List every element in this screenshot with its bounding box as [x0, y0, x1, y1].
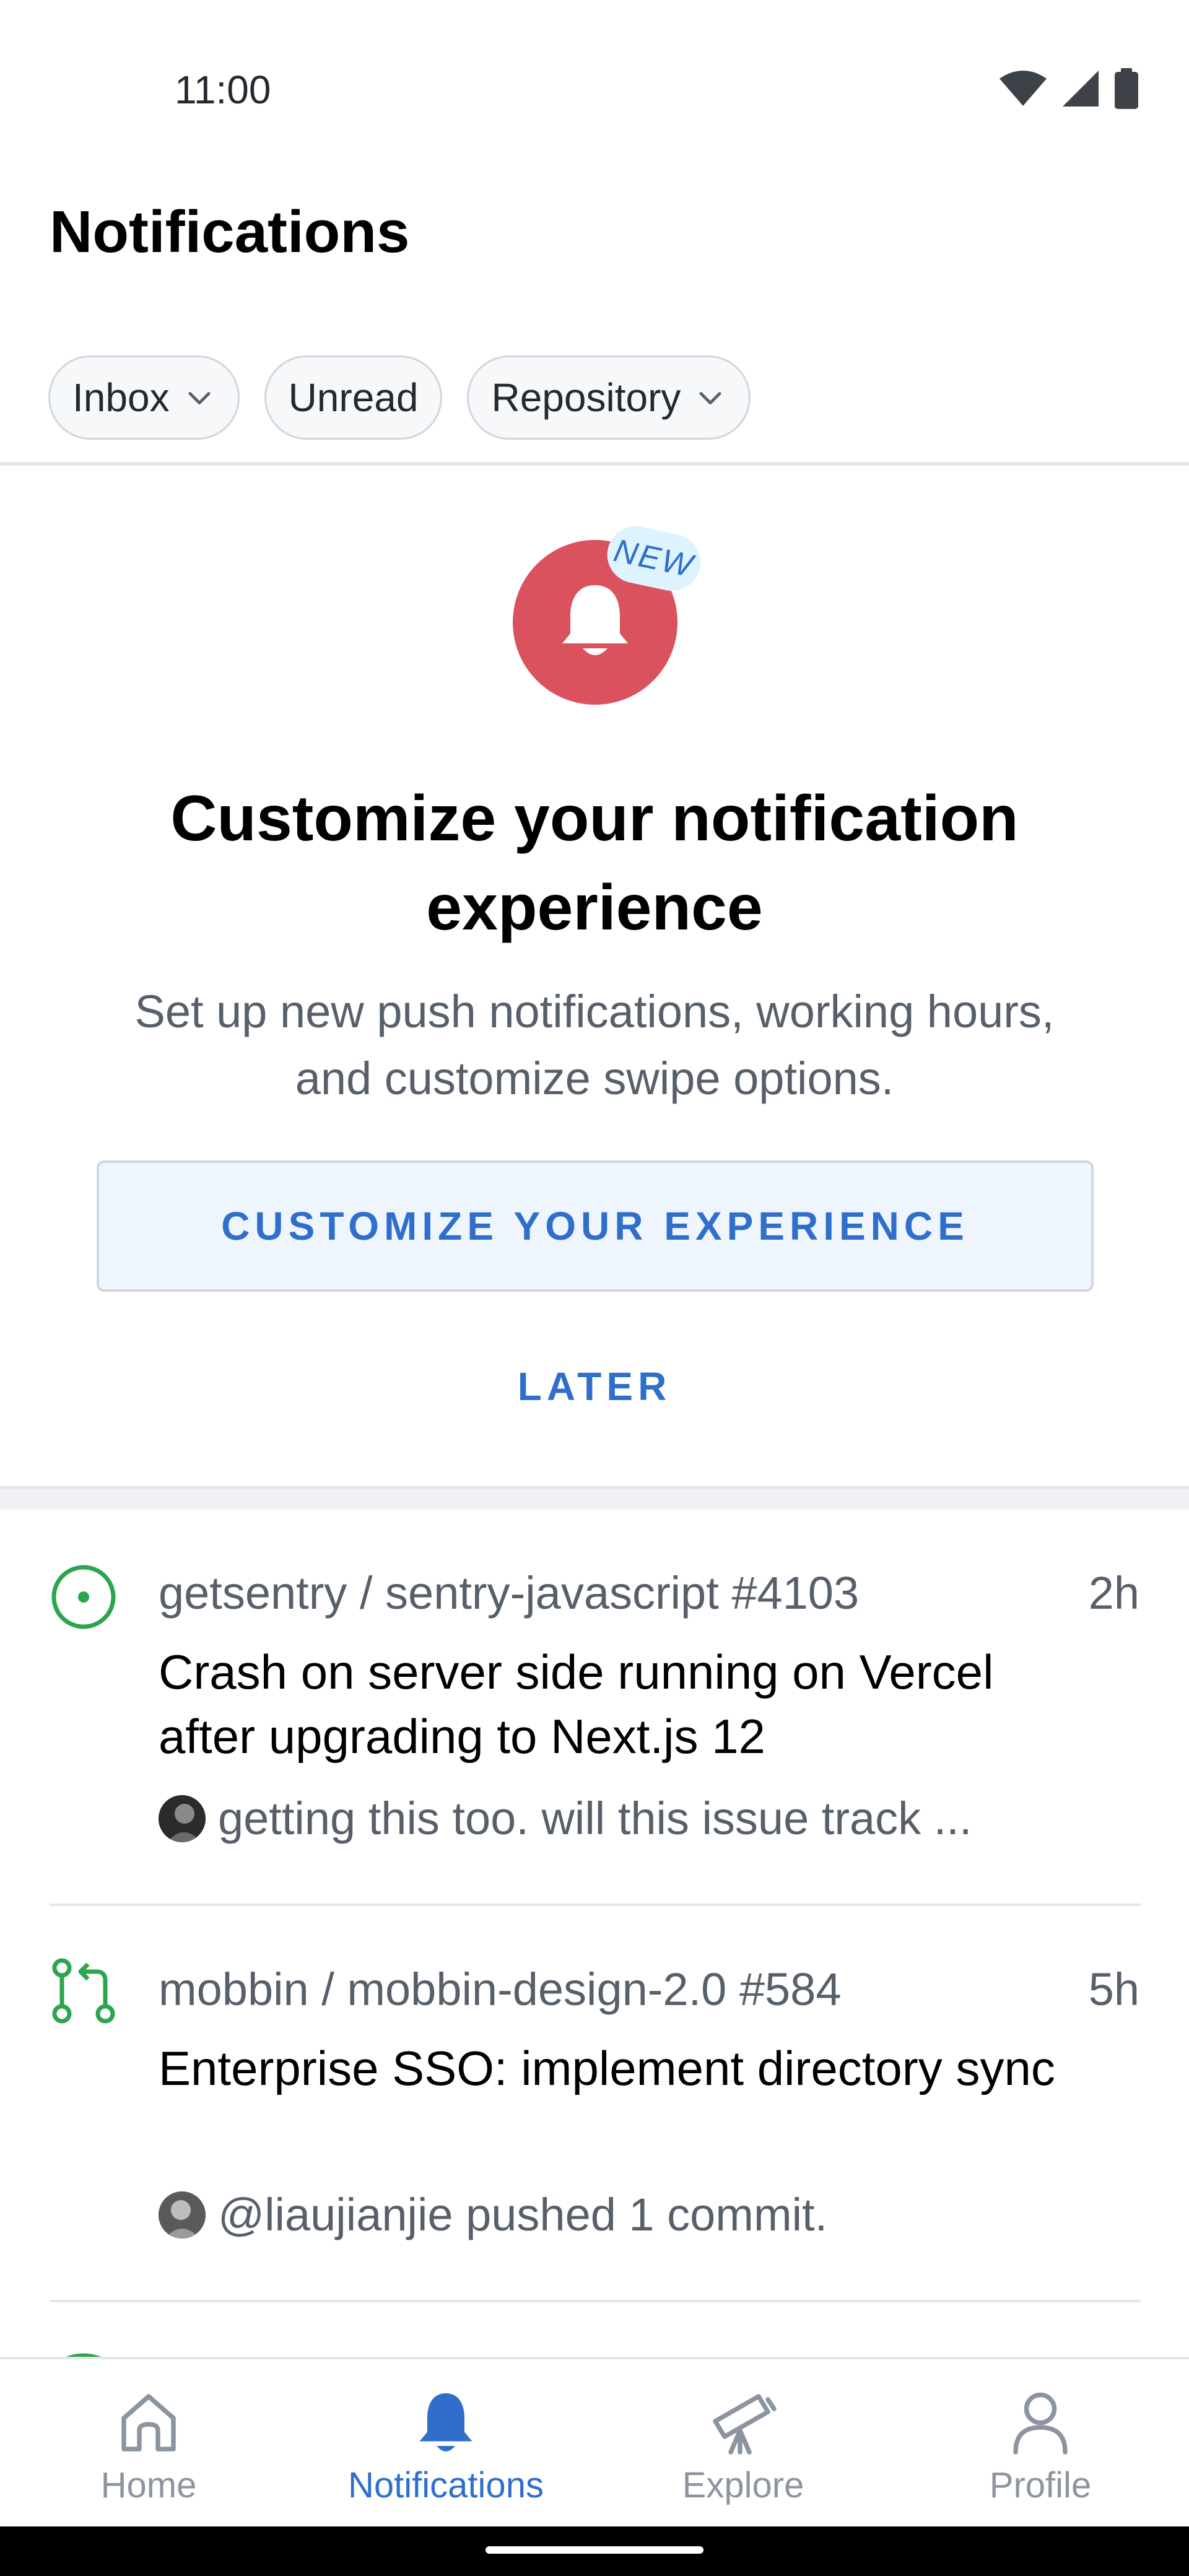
filter-bar: Inbox Unread Repository	[48, 355, 751, 440]
issue-open-icon	[51, 1565, 116, 1629]
nav-profile[interactable]: Profile	[892, 2359, 1189, 2526]
pull-request-icon	[52, 1958, 115, 2024]
notification-item[interactable]: mobbin / mobbin-design-2.0 #584 5h Enter…	[0, 1906, 1189, 2302]
notification-repo: mobbin / mobbin-design-2.0 #584	[159, 1964, 842, 2015]
notification-title: Enterprise SSO: implement directory sync	[159, 2041, 1055, 2095]
notification-title: Crash on server side running on Vercel a…	[159, 1645, 994, 1764]
notification-preview: @liaujianjie pushed 1 commit.	[159, 2188, 827, 2241]
filter-unread[interactable]: Unread	[264, 355, 443, 440]
notification-preview-text: getting this too. will this issue track …	[218, 1793, 972, 1844]
wifi-icon	[1000, 71, 1047, 106]
status-icons	[998, 68, 1139, 109]
home-gesture-handle[interactable]	[486, 2546, 703, 2554]
nav-explore[interactable]: Explore	[594, 2359, 892, 2526]
later-button[interactable]: LATER	[433, 1352, 756, 1421]
nav-notifications[interactable]: Notifications	[297, 2359, 594, 2526]
notification-time: 2h	[1088, 1567, 1139, 1619]
promo-title: Customize your notification experience	[170, 783, 1019, 944]
nav-profile-label: Profile	[989, 2465, 1092, 2505]
avatar	[159, 2191, 206, 2239]
filter-inbox[interactable]: Inbox	[48, 355, 240, 440]
status-bar: 11:00	[0, 0, 1189, 186]
filter-unread-label: Unread	[288, 375, 419, 420]
notification-preview-text: @liaujianjie pushed 1 commit.	[218, 2189, 828, 2240]
cellular-signal-icon	[1063, 71, 1099, 107]
bottom-navigation: Home Notifications Explore Profile	[0, 2357, 1189, 2526]
chevron-down-icon	[699, 392, 721, 405]
person-icon	[1013, 2392, 1068, 2455]
nav-explore-label: Explore	[682, 2465, 804, 2505]
notification-item[interactable]: getsentry / sentry-javascript #4103 2h C…	[0, 1510, 1189, 1906]
bell-icon	[419, 2393, 473, 2452]
notification-time: 5h	[1088, 1964, 1139, 2015]
customize-experience-button[interactable]: CUSTOMIZE YOUR EXPERIENCE	[97, 1160, 1094, 1292]
battery-icon	[1115, 68, 1138, 109]
promo-description: Set up new push notifications, working h…	[134, 986, 1055, 1104]
nav-home-label: Home	[100, 2465, 197, 2505]
filter-repository-label: Repository	[491, 375, 681, 420]
avatar	[159, 1795, 206, 1842]
notification-preview: getting this too. will this issue track …	[159, 1792, 972, 1845]
chevron-down-icon	[188, 392, 211, 405]
filter-repository[interactable]: Repository	[467, 355, 751, 440]
home-icon	[121, 2394, 176, 2452]
row-divider	[50, 2300, 1141, 2302]
status-time: 11:00	[175, 67, 271, 112]
page-title: Notifications	[50, 199, 410, 265]
nav-home[interactable]: Home	[0, 2359, 297, 2526]
filter-inbox-label: Inbox	[72, 375, 170, 420]
telescope-icon	[713, 2394, 777, 2455]
section-divider	[0, 1486, 1189, 1510]
nav-notifications-label: Notifications	[348, 2465, 544, 2505]
notification-repo: getsentry / sentry-javascript #4103	[159, 1567, 860, 1619]
